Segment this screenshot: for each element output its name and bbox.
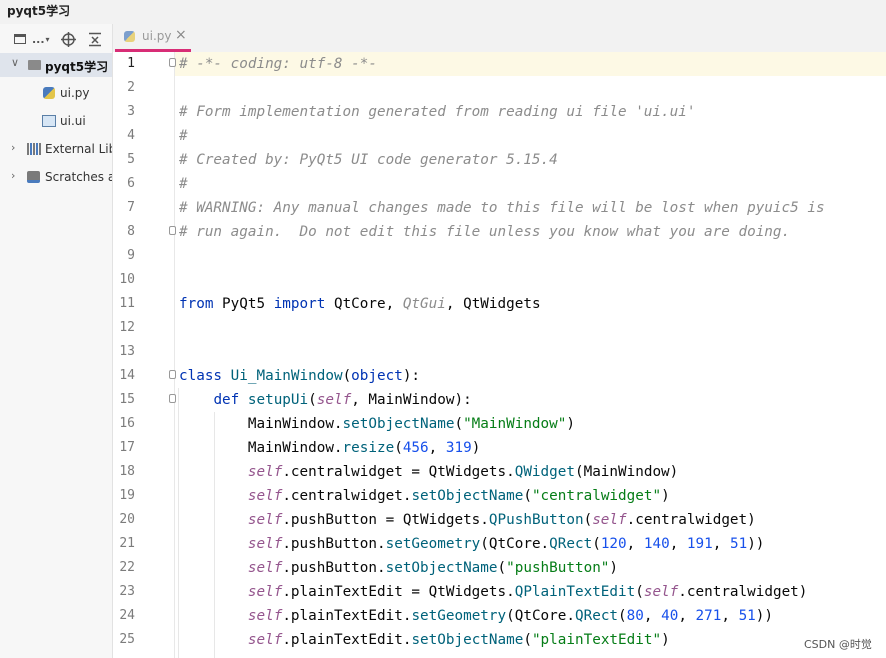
tree-item-label: External Lib xyxy=(45,142,113,156)
tree-item-label: ui.py xyxy=(60,86,90,100)
line-number[interactable]: 18 xyxy=(113,460,135,484)
tree-item-label: Scratches a xyxy=(45,170,113,184)
line-number[interactable]: 2 xyxy=(113,76,135,100)
panel-layout-icon xyxy=(14,34,26,44)
line-number[interactable]: 19 xyxy=(113,484,135,508)
tree-item-ui-ui[interactable]: ui.ui xyxy=(0,109,112,133)
line-number[interactable]: 10 xyxy=(113,268,135,292)
code-line[interactable]: # Created by: PyQt5 UI code generator 5.… xyxy=(179,148,558,172)
fold-gutter-line xyxy=(174,52,175,658)
line-number[interactable]: 25 xyxy=(113,628,135,652)
tree-item-ui-py[interactable]: ui.py xyxy=(0,81,112,105)
scratches-icon xyxy=(27,171,40,183)
line-number[interactable]: 12 xyxy=(113,316,135,340)
tree-item-label: pyqt5学习 xyxy=(45,60,109,74)
code-line[interactable]: from PyQt5 import QtCore, QtGui, QtWidge… xyxy=(179,292,541,316)
line-number[interactable]: 3 xyxy=(113,100,135,124)
tree-item-label: ui.ui xyxy=(60,114,86,128)
line-number[interactable]: 5 xyxy=(113,148,135,172)
tab-ui-py[interactable]: ui.py × xyxy=(115,24,191,52)
code-line[interactable]: # WARNING: Any manual changes made to th… xyxy=(179,196,825,220)
tree-item-external-libraries[interactable]: › External Lib xyxy=(0,137,112,161)
chevron-down-icon[interactable]: ∨ xyxy=(11,56,19,69)
tree-item-project-root[interactable]: ∨ pyqt5学习 xyxy=(0,53,112,77)
fold-marker-icon[interactable] xyxy=(169,226,176,235)
code-line[interactable]: self.centralwidget = QtWidgets.QWidget(M… xyxy=(179,460,678,484)
code-line[interactable]: self.plainTextEdit.setGeometry(QtCore.QR… xyxy=(179,604,773,628)
line-number[interactable]: 14 xyxy=(113,364,135,388)
code-line[interactable]: MainWindow.setObjectName("MainWindow") xyxy=(179,412,575,436)
project-panel: ... ▾ ∨ pyqt5学习 ui.py ui.ui › External L… xyxy=(0,24,113,658)
code-line[interactable]: # Form implementation generated from rea… xyxy=(179,100,695,124)
code-editor[interactable]: 1 # -*- coding: utf-8 -*- 2 3 # Form impleme… xyxy=(113,52,886,658)
view-label: ... xyxy=(32,32,45,46)
tab-label: ui.py xyxy=(142,29,172,43)
line-number[interactable]: 1 xyxy=(113,52,135,76)
title-bar: pyqt5学习 xyxy=(0,0,886,24)
line-number[interactable]: 7 xyxy=(113,196,135,220)
line-number[interactable]: 16 xyxy=(113,412,135,436)
code-line[interactable]: self.plainTextEdit = QtWidgets.QPlainTex… xyxy=(179,580,808,604)
close-icon[interactable]: × xyxy=(175,27,187,43)
line-number[interactable]: 23 xyxy=(113,580,135,604)
tree-item-scratches[interactable]: › Scratches a xyxy=(0,165,112,189)
ui-file-icon xyxy=(42,115,56,127)
window-title: pyqt5学习 xyxy=(7,4,71,18)
line-number[interactable]: 15 xyxy=(113,388,135,412)
collapse-all-button[interactable] xyxy=(88,30,102,48)
code-line[interactable]: self.pushButton.setObjectName("pushButto… xyxy=(179,556,618,580)
chevron-right-icon[interactable]: › xyxy=(11,141,15,154)
line-number[interactable]: 13 xyxy=(113,340,135,364)
code-line[interactable]: self.pushButton = QtWidgets.QPushButton(… xyxy=(179,508,756,532)
crosshair-icon xyxy=(61,31,76,47)
code-line[interactable]: class Ui_MainWindow(object): xyxy=(179,364,420,388)
line-number[interactable]: 21 xyxy=(113,532,135,556)
code-line[interactable]: self.centralwidget.setObjectName("centra… xyxy=(179,484,670,508)
dropdown-arrow-icon: ▾ xyxy=(45,34,50,44)
fold-marker-icon[interactable] xyxy=(169,394,176,403)
python-file-icon xyxy=(43,87,55,99)
line-number[interactable]: 6 xyxy=(113,172,135,196)
line-number[interactable]: 17 xyxy=(113,436,135,460)
code-line[interactable]: # run again. Do not edit this file unles… xyxy=(179,220,790,244)
fold-marker-icon[interactable] xyxy=(169,370,176,379)
line-number[interactable]: 8 xyxy=(113,220,135,244)
code-line[interactable]: self.plainTextEdit.setObjectName("plainT… xyxy=(179,628,670,652)
library-icon xyxy=(27,143,41,155)
locate-file-button[interactable] xyxy=(61,30,76,48)
code-line[interactable]: # -*- coding: utf-8 -*- xyxy=(179,52,377,76)
chevron-right-icon[interactable]: › xyxy=(11,169,15,182)
code-line[interactable]: MainWindow.resize(456, 319) xyxy=(179,436,480,460)
line-number[interactable]: 24 xyxy=(113,604,135,628)
line-number[interactable]: 4 xyxy=(113,124,135,148)
project-view-selector[interactable]: ... ▾ xyxy=(14,30,50,48)
line-number[interactable]: 11 xyxy=(113,292,135,316)
code-line[interactable]: self.pushButton.setGeometry(QtCore.QRect… xyxy=(179,532,765,556)
editor-tab-bar: ui.py × xyxy=(113,24,886,53)
collapse-all-icon xyxy=(89,32,101,46)
python-file-icon xyxy=(124,31,135,42)
line-number[interactable]: 9 xyxy=(113,244,135,268)
fold-marker-icon[interactable] xyxy=(169,58,176,67)
code-line[interactable]: # xyxy=(179,172,188,196)
line-number[interactable]: 20 xyxy=(113,508,135,532)
watermark: CSDN @时觉 xyxy=(804,638,872,651)
line-number[interactable]: 22 xyxy=(113,556,135,580)
code-line[interactable]: def setupUi(self, MainWindow): xyxy=(179,388,471,412)
folder-icon xyxy=(28,60,41,70)
code-line[interactable]: # xyxy=(179,124,188,148)
